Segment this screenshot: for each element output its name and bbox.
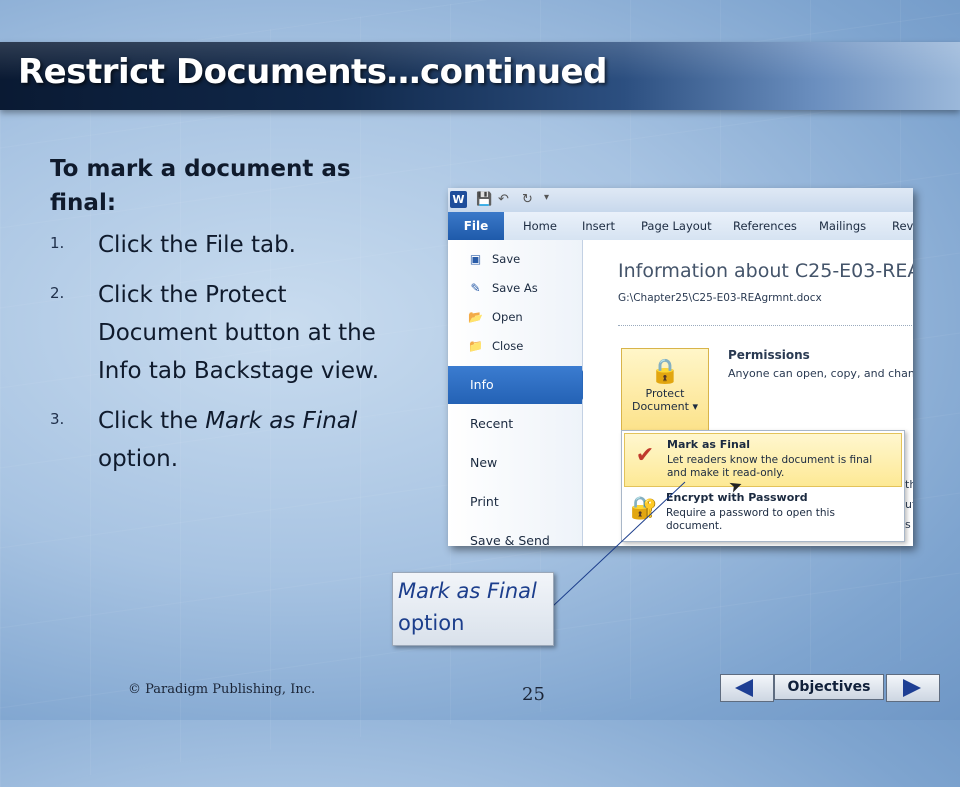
- info-pane: Information about C25-E03-REA G:\Chapter…: [583, 240, 913, 546]
- chevron-down-icon[interactable]: ▾: [544, 192, 549, 203]
- undo-icon[interactable]: ↶: [498, 192, 509, 207]
- tab-references[interactable]: References: [733, 212, 797, 240]
- document-path: G:\Chapter25\C25-E03-REAgrmnt.docx: [618, 292, 822, 304]
- nav-tab-recent[interactable]: Recent: [448, 405, 582, 443]
- step-text: Click the Mark as Final option.: [98, 408, 358, 472]
- nav-tab-save-send[interactable]: Save & Send: [448, 522, 582, 546]
- cut-text-fragment: s: [905, 518, 911, 531]
- divider: [618, 325, 913, 326]
- ribbon-tabs: File Home Insert Page Layout References …: [448, 212, 913, 241]
- nav-tab-new[interactable]: New: [448, 444, 582, 482]
- step-number: 2.: [50, 284, 65, 302]
- callout-line1: Mark as Final: [398, 579, 537, 603]
- nav-tab-label: Save & Send: [470, 533, 550, 546]
- objectives-button[interactable]: Objectives: [774, 674, 884, 700]
- cut-text-fragment: ut: [905, 498, 913, 511]
- protect-label-line1: Protect: [645, 387, 685, 400]
- previous-slide-button[interactable]: [720, 674, 774, 702]
- intro-text: To mark a document as final:: [50, 156, 351, 216]
- menu-item-mark-as-final[interactable]: ✔ Mark as Final Let readers know the doc…: [624, 433, 902, 487]
- encrypt-lock-icon: 🔐: [630, 496, 658, 521]
- info-heading: Information about C25-E03-REA: [618, 260, 913, 282]
- cut-text-fragment: th: [905, 478, 913, 491]
- copyright-text: © Paradigm Publishing, Inc.: [128, 682, 316, 697]
- quick-access-toolbar: W 💾 ↶ ↻ ▾: [448, 188, 913, 212]
- backstage-nav: ▣ Save ✎ Save As 📂 Open 📁 Close Info Rec…: [448, 240, 592, 546]
- step-number: 3.: [50, 410, 65, 428]
- save-as-icon: ✎: [470, 281, 481, 295]
- nav-save-as[interactable]: ✎ Save As: [448, 275, 582, 303]
- nav-close[interactable]: 📁 Close: [448, 333, 582, 361]
- open-folder-icon: 📂: [468, 310, 483, 324]
- step-1: 1. Click the File tab.: [50, 226, 390, 264]
- save-icon: ▣: [469, 252, 482, 266]
- callout-box: Mark as Final option: [392, 572, 554, 646]
- nav-tab-label: Print: [470, 494, 499, 509]
- permissions-desc: Anyone can open, copy, and chan: [728, 367, 913, 380]
- page-number: 25: [522, 684, 545, 705]
- protect-label-line2: Document ▾: [631, 400, 698, 413]
- menu-item-desc: Require a password to open this document…: [666, 507, 835, 532]
- slide-title: Restrict Documents…continued: [18, 52, 607, 92]
- nav-tab-print[interactable]: Print: [448, 483, 582, 521]
- next-arrow-icon: [903, 679, 921, 697]
- step-text: Click the Protect Document button at the…: [98, 282, 380, 384]
- steps-list: 1. Click the File tab. 2. Click the Prot…: [50, 226, 390, 478]
- lock-key-icon: 🔒: [650, 357, 680, 385]
- nav-save-label: Save: [492, 252, 521, 266]
- protect-document-menu: ✔ Mark as Final Let readers know the doc…: [621, 430, 905, 542]
- tab-review[interactable]: Revi: [892, 212, 913, 240]
- tab-page-layout[interactable]: Page Layout: [641, 212, 712, 240]
- nav-save-as-label: Save As: [492, 281, 538, 295]
- next-slide-button[interactable]: [886, 674, 940, 702]
- menu-item-desc: Let readers know the document is final a…: [667, 454, 873, 479]
- word-backstage-screenshot: W 💾 ↶ ↻ ▾ File Home Insert Page Layout R…: [448, 188, 913, 546]
- nav-tab-label: Info: [470, 377, 494, 392]
- callout-line2: option: [398, 611, 465, 635]
- step-2: 2. Click the Protect Document button at …: [50, 276, 390, 390]
- tab-home[interactable]: Home: [523, 212, 557, 240]
- nav-tab-info[interactable]: Info: [448, 366, 592, 404]
- mark-final-icon: ✔: [635, 443, 655, 468]
- tab-insert[interactable]: Insert: [582, 212, 615, 240]
- nav-tab-label: New: [470, 455, 498, 470]
- tab-file[interactable]: File: [448, 212, 504, 240]
- nav-save[interactable]: ▣ Save: [448, 246, 582, 274]
- previous-arrow-icon: [735, 679, 753, 697]
- nav-open[interactable]: 📂 Open: [448, 304, 582, 332]
- word-app-icon: W: [450, 191, 467, 208]
- tab-mailings[interactable]: Mailings: [819, 212, 866, 240]
- nav-tab-label: Recent: [470, 416, 514, 431]
- permissions-title: Permissions: [728, 348, 810, 362]
- menu-item-title: Mark as Final: [667, 438, 751, 451]
- step-3: 3. Click the Mark as Final option.: [50, 402, 390, 478]
- step-number: 1.: [50, 234, 65, 252]
- nav-close-label: Close: [492, 339, 524, 353]
- step-text: Click the File tab.: [98, 232, 296, 258]
- nav-open-label: Open: [492, 310, 523, 324]
- save-icon[interactable]: 💾: [476, 192, 492, 207]
- protect-document-button[interactable]: 🔒 Protect Document ▾: [621, 348, 709, 432]
- redo-icon[interactable]: ↻: [522, 192, 533, 207]
- close-document-icon: 📁: [468, 339, 483, 353]
- slide-body: To mark a document as final: 1. Click th…: [50, 152, 390, 490]
- menu-item-encrypt-password[interactable]: 🔐 Encrypt with Password Require a passwo…: [624, 487, 900, 539]
